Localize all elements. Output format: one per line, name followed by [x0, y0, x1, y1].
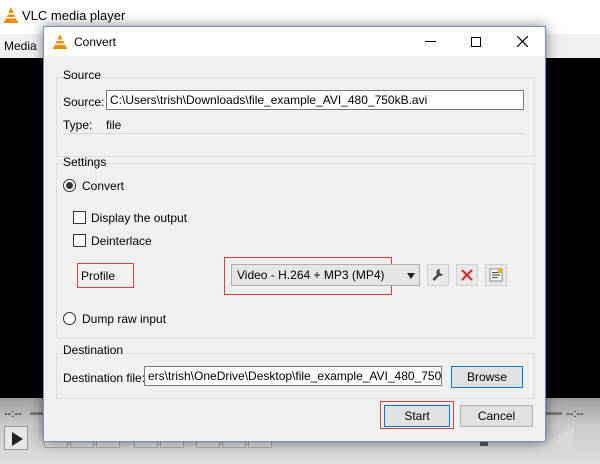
type-label: Type: [63, 118, 93, 132]
display-output-checkbox[interactable] [73, 211, 86, 224]
settings-group-label: Settings [63, 155, 107, 169]
browse-button[interactable]: Browse [451, 366, 523, 388]
chevron-down-icon [407, 273, 415, 279]
start-button[interactable]: Start [384, 405, 450, 427]
source-path-field[interactable]: C:\Users\trish\Downloads\file_example_AV… [106, 90, 524, 110]
delete-icon [461, 269, 473, 281]
source-group [56, 77, 535, 157]
display-output-label: Display the output [91, 211, 188, 225]
convert-dialog: Convert Source Source: C:\Users\trish\Do… [43, 26, 546, 442]
source-divider [63, 133, 525, 134]
new-profile-icon [489, 268, 503, 282]
destination-file-field[interactable]: ers\trish\OneDrive\Desktop\file_example_… [144, 366, 442, 386]
source-label: Source: [63, 95, 105, 109]
source-group-label: Source [63, 68, 102, 82]
dump-raw-label: Dump raw input [82, 312, 167, 326]
profile-select-value: Video - H.264 + MP3 (MP4) [237, 268, 385, 282]
convert-radio-label: Convert [82, 179, 125, 193]
minimize-button[interactable] [407, 27, 453, 56]
close-icon [516, 36, 528, 47]
cancel-button[interactable]: Cancel [460, 405, 533, 427]
profile-label: Profile [81, 269, 116, 283]
deinterlace-checkbox[interactable] [73, 234, 86, 247]
vlc-menu-media[interactable]: Media [4, 39, 37, 53]
vlc-cone-icon [53, 34, 67, 49]
edit-profile-button[interactable] [427, 264, 449, 286]
maximize-icon [471, 36, 481, 47]
deinterlace-label: Deinterlace [91, 234, 152, 248]
profile-select[interactable]: Video - H.264 + MP3 (MP4) [231, 264, 420, 286]
destination-file-label: Destination file: [63, 371, 146, 385]
delete-profile-button[interactable] [456, 264, 478, 286]
wrench-icon [432, 268, 443, 281]
maximize-button[interactable] [453, 27, 499, 56]
vlc-elapsed-time: --:-- [4, 408, 22, 420]
new-profile-button[interactable] [485, 264, 507, 286]
convert-radio[interactable] [63, 179, 76, 192]
play-icon[interactable] [4, 426, 28, 450]
vlc-total-time: --:-- [566, 408, 584, 420]
minimize-icon [424, 41, 436, 42]
vlc-cone-icon [4, 7, 18, 23]
type-value: file [106, 118, 122, 132]
vlc-window-title: VLC media player [22, 8, 126, 23]
close-button[interactable] [499, 27, 545, 56]
dump-raw-radio[interactable] [63, 312, 76, 325]
dialog-title: Convert [74, 35, 117, 49]
destination-group-label: Destination [63, 343, 124, 357]
